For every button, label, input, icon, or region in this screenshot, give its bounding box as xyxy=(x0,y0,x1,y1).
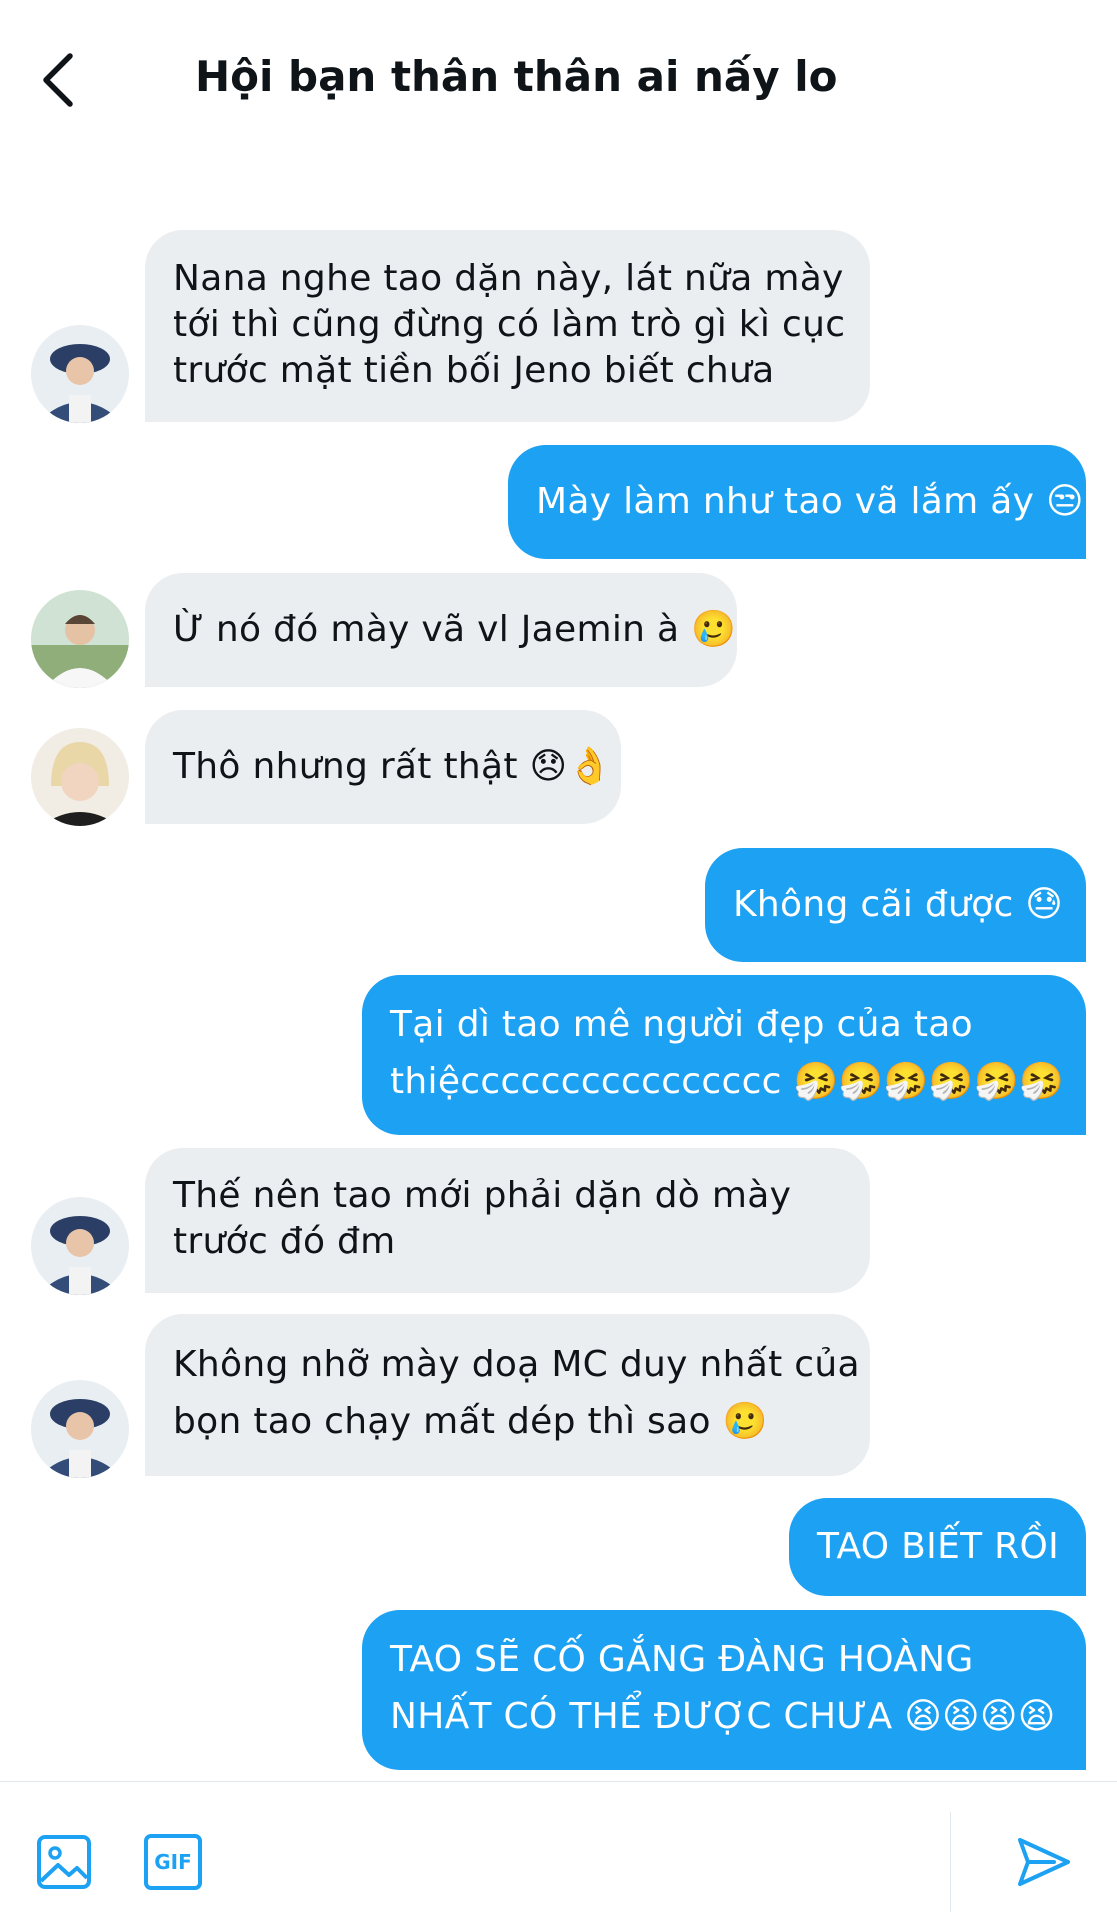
message-bubble-sent[interactable]: TAO SẼ CỐ GẮNG ĐÀNG HOÀNG NHẤT CÓ THỂ ĐƯ… xyxy=(362,1610,1086,1770)
avatar-bucket-hat[interactable] xyxy=(31,325,129,423)
conversation-title: Hội bạn thân thân ai nấy lo xyxy=(195,52,838,101)
message-text: Mày làm như tao vã lắm ấy 😒 xyxy=(536,481,1084,522)
message-bubble-sent[interactable]: TAO BIẾT RỒI xyxy=(789,1498,1086,1596)
message-text: Thô nhưng rất thật 😞👌 xyxy=(173,746,613,787)
add-image-button[interactable] xyxy=(36,1834,92,1890)
message-text: tới thì cũng đừng có làm trò gì kì cục xyxy=(173,304,846,345)
message-text: NHẤT CÓ THỂ ĐƯỢC CHƯA 😫😫😫😫 xyxy=(390,1696,1056,1737)
image-icon xyxy=(37,1835,91,1889)
gif-label: GIF xyxy=(154,1850,192,1874)
message-bubble-received[interactable]: Thô nhưng rất thật 😞👌 xyxy=(145,710,621,824)
message-text: Ừ nó đó mày vã vl Jaemin à 🥲 xyxy=(173,609,737,650)
message-bubble-received[interactable]: Nana nghe tao dặn này, lát nữa mày tới t… xyxy=(145,230,870,422)
message-text: Nana nghe tao dặn này, lát nữa mày xyxy=(173,258,844,299)
message-text: trước đó đm xyxy=(173,1221,396,1262)
avatar-bucket-hat[interactable] xyxy=(31,1380,129,1478)
message-text: Thế nên tao mới phải dặn dò mày xyxy=(173,1175,792,1216)
message-bubble-received[interactable]: Ừ nó đó mày vã vl Jaemin à 🥲 xyxy=(145,573,737,687)
message-bubble-sent[interactable]: Tại dì tao mê người đẹp của tao thiệcccc… xyxy=(362,975,1086,1135)
message-bubble-received[interactable]: Không nhỡ mày doạ MC duy nhất của bọn ta… xyxy=(145,1314,870,1476)
message-text: TAO SẼ CỐ GẮNG ĐÀNG HOÀNG xyxy=(390,1639,974,1680)
composer-bar: GIF xyxy=(0,1781,1117,1921)
avatar-bucket-hat[interactable] xyxy=(31,1197,129,1295)
gif-button[interactable]: GIF xyxy=(144,1834,202,1890)
message-bubble-received[interactable]: Thế nên tao mới phải dặn dò mày trước đó… xyxy=(145,1148,870,1293)
avatar-white-shirt[interactable] xyxy=(31,590,129,688)
message-text: thiệcccccccccccccccc 🤧🤧🤧🤧🤧🤧 xyxy=(390,1061,1065,1102)
back-button[interactable] xyxy=(36,50,80,110)
avatar-blonde[interactable] xyxy=(31,728,129,826)
send-icon xyxy=(1018,1838,1070,1886)
message-text: Không nhỡ mày doạ MC duy nhất của xyxy=(173,1344,860,1385)
message-text: bọn tao chạy mất dép thì sao 🥲 xyxy=(173,1401,768,1442)
composer-divider xyxy=(950,1812,951,1912)
message-text: Tại dì tao mê người đẹp của tao xyxy=(390,1004,973,1045)
message-bubble-sent[interactable]: Không cãi được 😓 xyxy=(705,848,1086,962)
message-text: TAO BIẾT RỒI xyxy=(817,1526,1060,1567)
message-text: Không cãi được 😓 xyxy=(733,884,1064,925)
message-bubble-sent[interactable]: Mày làm như tao vã lắm ấy 😒 xyxy=(508,445,1086,559)
message-text: trước mặt tiền bối Jeno biết chưa xyxy=(173,350,775,391)
chat-header: Hội bạn thân thân ai nấy lo xyxy=(0,0,1117,150)
chevron-left-icon xyxy=(43,53,73,107)
send-button[interactable] xyxy=(1014,1832,1074,1892)
